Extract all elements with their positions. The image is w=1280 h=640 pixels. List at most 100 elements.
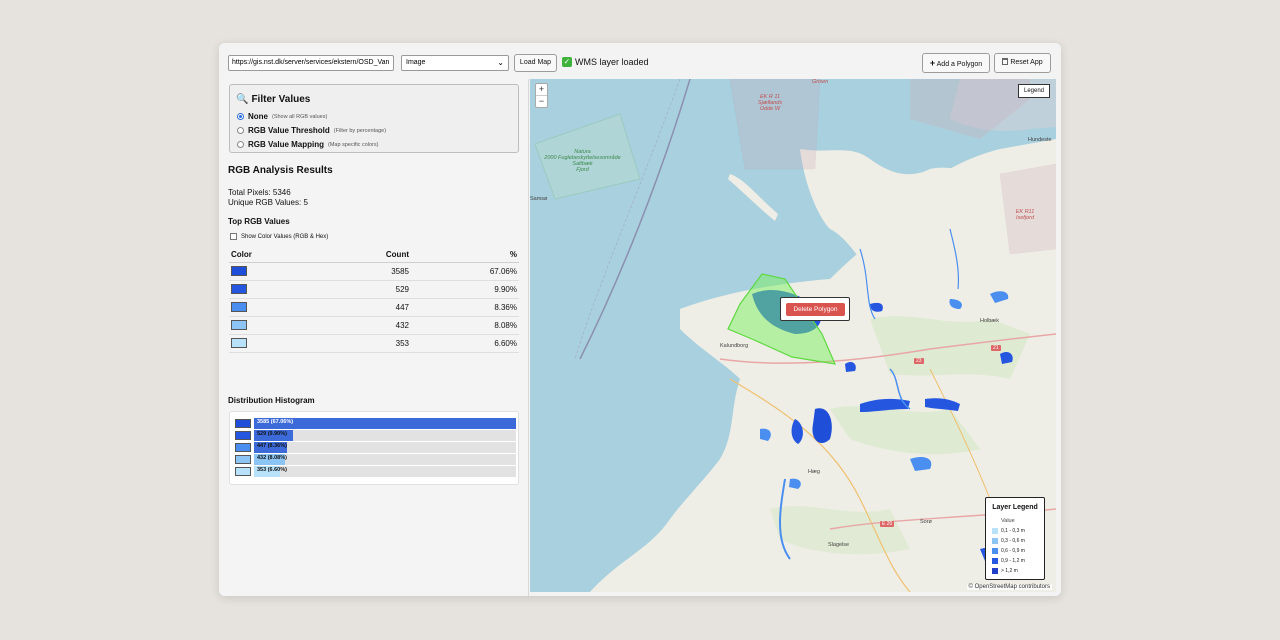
radio-none[interactable] bbox=[237, 113, 244, 120]
histogram-track: 529 (9.90%) bbox=[254, 430, 516, 441]
histogram-row: 3585 (67.06%) bbox=[235, 418, 516, 429]
table-row: 432 8.08% bbox=[229, 317, 519, 335]
layer-legend-subtitle: Value bbox=[1001, 518, 1015, 524]
histogram-row: 529 (9.90%) bbox=[235, 430, 516, 441]
reset-app-button[interactable]: Reset App bbox=[994, 53, 1051, 73]
legend-item-label: 0,3 - 0,6 m bbox=[1001, 538, 1025, 544]
layer-legend-title: Layer Legend bbox=[992, 504, 1038, 511]
wms-status: ✓ WMS layer loaded bbox=[562, 57, 649, 67]
radio-threshold[interactable] bbox=[237, 127, 244, 134]
histogram-label: 529 (9.90%) bbox=[257, 431, 287, 437]
show-color-values-label: Show Color Values (RGB & Hex) bbox=[241, 233, 329, 240]
histogram-swatch bbox=[235, 431, 251, 440]
histogram-title: Distribution Histogram bbox=[228, 396, 315, 405]
label-samso: Samsø bbox=[530, 196, 548, 202]
label-natura: Natura 2000 Fuglebeskyttelsesområde Salt… bbox=[544, 149, 621, 173]
label-soro: Sorø bbox=[920, 519, 932, 525]
zoom-control: + − bbox=[535, 83, 548, 108]
total-pixels: Total Pixels: 5346 bbox=[228, 188, 291, 197]
add-polygon-label: Add a Polygon bbox=[936, 61, 983, 68]
row-pct: 6.60% bbox=[494, 339, 517, 348]
table-header: Color Count % bbox=[229, 247, 519, 263]
map-view[interactable]: + − Legend Natura 2000 Fuglebeskyttelses… bbox=[530, 79, 1056, 592]
row-count: 447 bbox=[395, 303, 409, 312]
zoom-in-button[interactable]: + bbox=[536, 84, 547, 95]
color-swatch bbox=[231, 302, 247, 312]
show-color-values-checkbox[interactable] bbox=[230, 233, 237, 240]
delete-polygon-button[interactable]: Delete Polygon bbox=[786, 303, 845, 316]
legend-item-label: 0,1 - 0,3 m bbox=[1001, 528, 1025, 534]
row-count: 3585 bbox=[391, 267, 409, 276]
row-pct: 9.90% bbox=[494, 285, 517, 294]
legend-item-label: 0,9 - 1,2 m bbox=[1001, 558, 1025, 564]
filter-option-mapping[interactable]: RGB Value Mapping (Map specific colors) bbox=[237, 140, 378, 149]
polygon-popup: Delete Polygon bbox=[780, 297, 850, 321]
row-pct: 8.08% bbox=[494, 321, 517, 330]
table-row: 447 8.36% bbox=[229, 299, 519, 317]
histogram-swatch bbox=[235, 467, 251, 476]
add-polygon-button[interactable]: + Add a Polygon bbox=[922, 53, 990, 73]
filter-option-hint: (Filter by percentage) bbox=[333, 127, 387, 134]
unique-values: Unique RGB Values: 5 bbox=[228, 198, 308, 207]
results-title: RGB Analysis Results bbox=[228, 165, 333, 176]
color-swatch bbox=[231, 284, 247, 294]
filter-option-label: RGB Value Threshold bbox=[248, 126, 330, 135]
label-hundested: Hundeste bbox=[1028, 137, 1052, 143]
map-attribution[interactable]: © OpenStreetMap contributors bbox=[966, 584, 1052, 590]
histogram-label: 353 (6.60%) bbox=[257, 467, 287, 473]
filter-option-none[interactable]: None (Show all RGB values) bbox=[237, 112, 327, 121]
histogram-row: 353 (6.60%) bbox=[235, 466, 516, 477]
trash-icon bbox=[1002, 58, 1009, 65]
row-pct: 67.06% bbox=[489, 267, 517, 276]
show-color-values-toggle[interactable]: Show Color Values (RGB & Hex) bbox=[230, 233, 328, 240]
row-count: 432 bbox=[395, 321, 409, 330]
filter-option-label: RGB Value Mapping bbox=[248, 140, 325, 149]
legend-swatch bbox=[992, 538, 998, 544]
analysis-panel: 🔍 Filter Values None (Show all RGB value… bbox=[219, 79, 529, 596]
load-map-button[interactable]: Load Map bbox=[514, 54, 557, 72]
label-holbaek: Holbæk bbox=[980, 318, 999, 324]
legend-item-label: > 1,2 m bbox=[1001, 568, 1018, 574]
road-21: 21 bbox=[991, 345, 1001, 351]
legend-item-label: 0,6 - 0,9 m bbox=[1001, 548, 1025, 554]
layer-select[interactable]: Image ⌄ bbox=[401, 55, 509, 71]
legend-button[interactable]: Legend bbox=[1018, 84, 1050, 98]
legend-item: 0,6 - 0,9 m bbox=[992, 548, 1025, 554]
legend-item: 0,1 - 0,3 m bbox=[992, 528, 1025, 534]
filter-title-text: Filter Values bbox=[251, 94, 311, 105]
legend-swatch bbox=[992, 558, 998, 564]
histogram-label: 432 (8.08%) bbox=[257, 455, 287, 461]
wms-status-text: WMS layer loaded bbox=[575, 57, 649, 67]
label-ek11b: EK R11 Isefjord bbox=[1015, 209, 1035, 221]
histogram-swatch bbox=[235, 419, 251, 428]
label-ek11: EK R 11 Sjællands Odde W bbox=[757, 94, 783, 112]
filter-title: 🔍 Filter Values bbox=[236, 94, 310, 105]
label-slagelse: Slagelse bbox=[828, 542, 850, 548]
filter-values-box: 🔍 Filter Values None (Show all RGB value… bbox=[229, 84, 519, 153]
histogram-track: 432 (8.08%) bbox=[254, 454, 516, 465]
col-pct: % bbox=[509, 250, 517, 259]
row-pct: 8.36% bbox=[494, 303, 517, 312]
check-icon: ✓ bbox=[562, 57, 572, 67]
histogram-row: 432 (8.08%) bbox=[235, 454, 516, 465]
table-row: 353 6.60% bbox=[229, 335, 519, 353]
label-grisen: Grisen bbox=[812, 79, 829, 85]
histogram-track: 3585 (67.06%) bbox=[254, 418, 516, 429]
top-values-title: Top RGB Values bbox=[228, 217, 290, 226]
color-swatch bbox=[231, 338, 247, 348]
filter-option-threshold[interactable]: RGB Value Threshold (Filter by percentag… bbox=[237, 126, 386, 135]
zoom-out-button[interactable]: − bbox=[536, 95, 547, 107]
legend-swatch bbox=[992, 548, 998, 554]
legend-item: > 1,2 m bbox=[992, 568, 1018, 574]
chevron-down-icon: ⌄ bbox=[497, 58, 504, 67]
reset-app-label: Reset App bbox=[1010, 59, 1043, 66]
layer-legend: Layer Legend Value 0,1 - 0,3 m 0,3 - 0,6 … bbox=[985, 497, 1045, 580]
radio-mapping[interactable] bbox=[237, 141, 244, 148]
table-row: 529 9.90% bbox=[229, 281, 519, 299]
legend-item: 0,9 - 1,2 m bbox=[992, 558, 1025, 564]
legend-swatch bbox=[992, 528, 998, 534]
label-haeg: Hæg bbox=[808, 469, 820, 475]
road-23: 23 bbox=[914, 358, 924, 364]
wms-url-input[interactable]: https://gis.nst.dk/server/services/ekste… bbox=[228, 55, 394, 71]
legend-swatch bbox=[992, 568, 998, 574]
